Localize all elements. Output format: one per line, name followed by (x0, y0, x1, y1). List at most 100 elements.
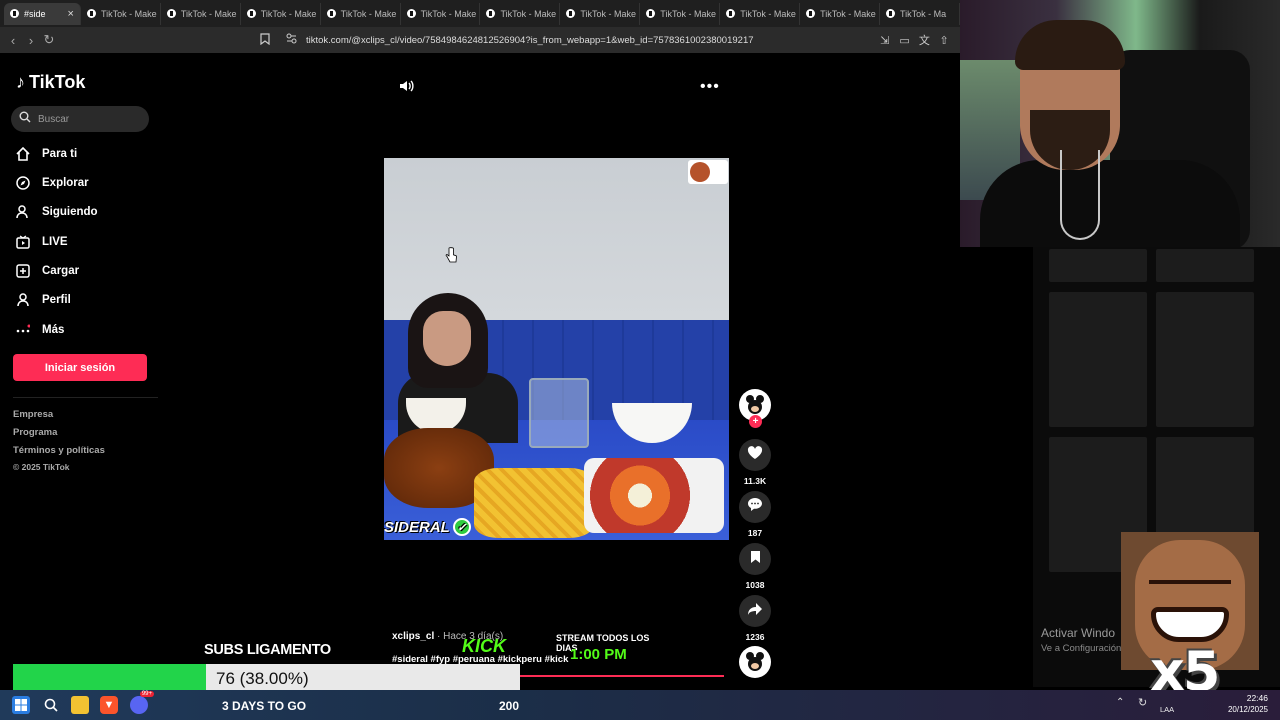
tiktok-favicon-icon (406, 9, 416, 18)
browser-tab[interactable]: TikTok - Make (241, 2, 321, 25)
browser-tab[interactable]: TikTok - Make (81, 2, 161, 25)
reader-mode-icon[interactable]: ⇲ (875, 34, 895, 47)
tab-label: #side (24, 8, 46, 19)
file-explorer-icon[interactable] (71, 696, 89, 714)
tiktok-favicon-icon (886, 9, 896, 18)
close-tab-icon[interactable]: × (68, 8, 74, 20)
tiktok-favicon-icon (86, 9, 96, 18)
nav-label: Para ti (42, 148, 78, 160)
tab-label: TikTok - Make (580, 8, 637, 19)
forward-icon[interactable]: › (22, 33, 40, 48)
related-thumb[interactable] (1049, 249, 1147, 282)
cast-icon[interactable]: ▭ (895, 34, 915, 47)
stream-promo-overlay: KICK STREAM TODOS LOS DIAS 1:00 PM (462, 624, 652, 664)
tray-language[interactable]: LAA (1160, 705, 1174, 714)
nav-item-para-ti[interactable]: Para ti (16, 144, 77, 164)
goal-days-left: 3 DAYS TO GO (222, 699, 307, 713)
browser-tab[interactable]: TikTok - Make (480, 2, 561, 25)
browser-tab[interactable]: TikTok - Make (161, 2, 241, 25)
more-icon (16, 323, 30, 337)
tab-label: TikTok - Make (100, 8, 157, 19)
related-thumb[interactable] (1156, 292, 1254, 427)
tray-time[interactable]: 22:46 (1228, 693, 1268, 703)
browser-tab[interactable]: TikTok - Make (560, 2, 641, 25)
tiktok-favicon-icon (726, 9, 736, 18)
video-frame[interactable] (384, 158, 729, 540)
browser-tab[interactable]: TikTok - Make (321, 2, 401, 25)
like-button[interactable] (739, 439, 771, 471)
tab-label: TikTok - Make (420, 8, 477, 19)
search-taskbar-icon[interactable] (42, 696, 60, 714)
related-thumb[interactable] (1156, 249, 1254, 282)
share-count: 1236 (745, 632, 765, 642)
more-options-icon[interactable]: ••• (700, 78, 720, 96)
share-button[interactable] (739, 595, 771, 627)
windows-activation-title: Activar Windo (1041, 626, 1116, 640)
tiktok-favicon-icon (246, 9, 256, 18)
tray-date[interactable]: 20/12/2025 (1216, 705, 1268, 714)
compass-icon (16, 176, 30, 190)
nav-item-cargar[interactable]: Cargar (16, 261, 79, 281)
follow-button[interactable]: + (749, 415, 762, 428)
browser-tab-active[interactable]: #side × (4, 2, 81, 25)
brave-browser-icon[interactable]: ▼ (100, 696, 118, 714)
tab-label: TikTok - Make (740, 8, 796, 19)
discord-icon[interactable]: 99+ (130, 691, 154, 714)
tiktok-wordmark: TikTok (29, 72, 86, 92)
video-corner-badge (688, 160, 728, 184)
volume-icon[interactable] (398, 78, 414, 99)
nav-label: Perfil (42, 294, 71, 306)
promo-line-2: 1:00 PM (570, 646, 627, 663)
search-icon (19, 110, 31, 128)
tray-chevron-icon[interactable]: ⌃ (1116, 697, 1124, 708)
footer-link-empresa[interactable]: Empresa (13, 409, 53, 420)
tab-label: TikTok - Make (340, 8, 397, 19)
back-icon[interactable]: ‹ (4, 33, 22, 48)
tiktok-logo[interactable]: ♪ TikTok (16, 72, 85, 93)
translate-icon[interactable]: 文 (914, 32, 934, 48)
tab-label: TikTok - Make (500, 8, 557, 19)
comment-count: 187 (747, 528, 763, 538)
nav-item-explorar[interactable]: Explorar (16, 173, 89, 193)
footer-copyright: © 2025 TikTok (13, 462, 70, 472)
tab-label: TikTok - Make (660, 8, 716, 19)
tiktok-favicon-icon (166, 9, 176, 18)
search-box[interactable] (11, 106, 149, 132)
browser-tab[interactable]: TikTok - Make (800, 2, 881, 25)
browser-tab[interactable]: TikTok - Make (720, 2, 801, 25)
kick-logo: KICK (462, 636, 506, 656)
tiktok-favicon-icon (646, 9, 656, 18)
browser-tab[interactable]: TikTok - Make (401, 2, 481, 25)
url-text[interactable]: tiktok.com/@xclips_cl/video/758498462481… (306, 35, 754, 46)
windows-activation-subtitle: Ve a Configuración (1041, 643, 1122, 654)
related-thumb[interactable] (1049, 292, 1147, 427)
windows-start-icon[interactable] (12, 696, 30, 714)
nav-item-siguiendo[interactable]: Siguiendo (16, 202, 98, 222)
reload-icon[interactable]: ↻ (40, 32, 58, 48)
nav-item-mas[interactable]: Más (16, 320, 64, 340)
footer-link-terminos[interactable]: Términos y políticas (13, 445, 105, 456)
following-icon (16, 205, 30, 219)
share-icon[interactable]: ⇧ (934, 34, 954, 47)
badge-avatar (690, 162, 710, 182)
save-button[interactable] (739, 543, 771, 575)
footer-link-programa[interactable]: Programa (13, 427, 57, 438)
music-disc-icon[interactable] (739, 646, 771, 678)
video-glass (529, 378, 589, 448)
site-settings-icon[interactable] (284, 33, 298, 47)
tray-sync-icon[interactable]: ↻ (1138, 696, 1147, 709)
bookmark-icon[interactable] (254, 32, 276, 48)
save-count: 1038 (745, 580, 765, 590)
search-input[interactable] (38, 113, 138, 125)
nav-label: Siguiendo (42, 206, 98, 218)
heart-icon (747, 445, 763, 465)
browser-tab[interactable]: TikTok - Make (640, 2, 721, 25)
tiktok-favicon-icon (486, 9, 496, 18)
browser-tab[interactable]: TikTok - Ma (880, 2, 960, 25)
tiktok-favicon-icon (326, 9, 336, 18)
author-handle[interactable]: xclips_cl (392, 631, 434, 642)
login-button[interactable]: Iniciar sesión (13, 354, 147, 381)
comment-button[interactable] (739, 491, 771, 523)
nav-item-perfil[interactable]: Perfil (16, 290, 71, 310)
nav-item-live[interactable]: LIVE (16, 232, 68, 252)
